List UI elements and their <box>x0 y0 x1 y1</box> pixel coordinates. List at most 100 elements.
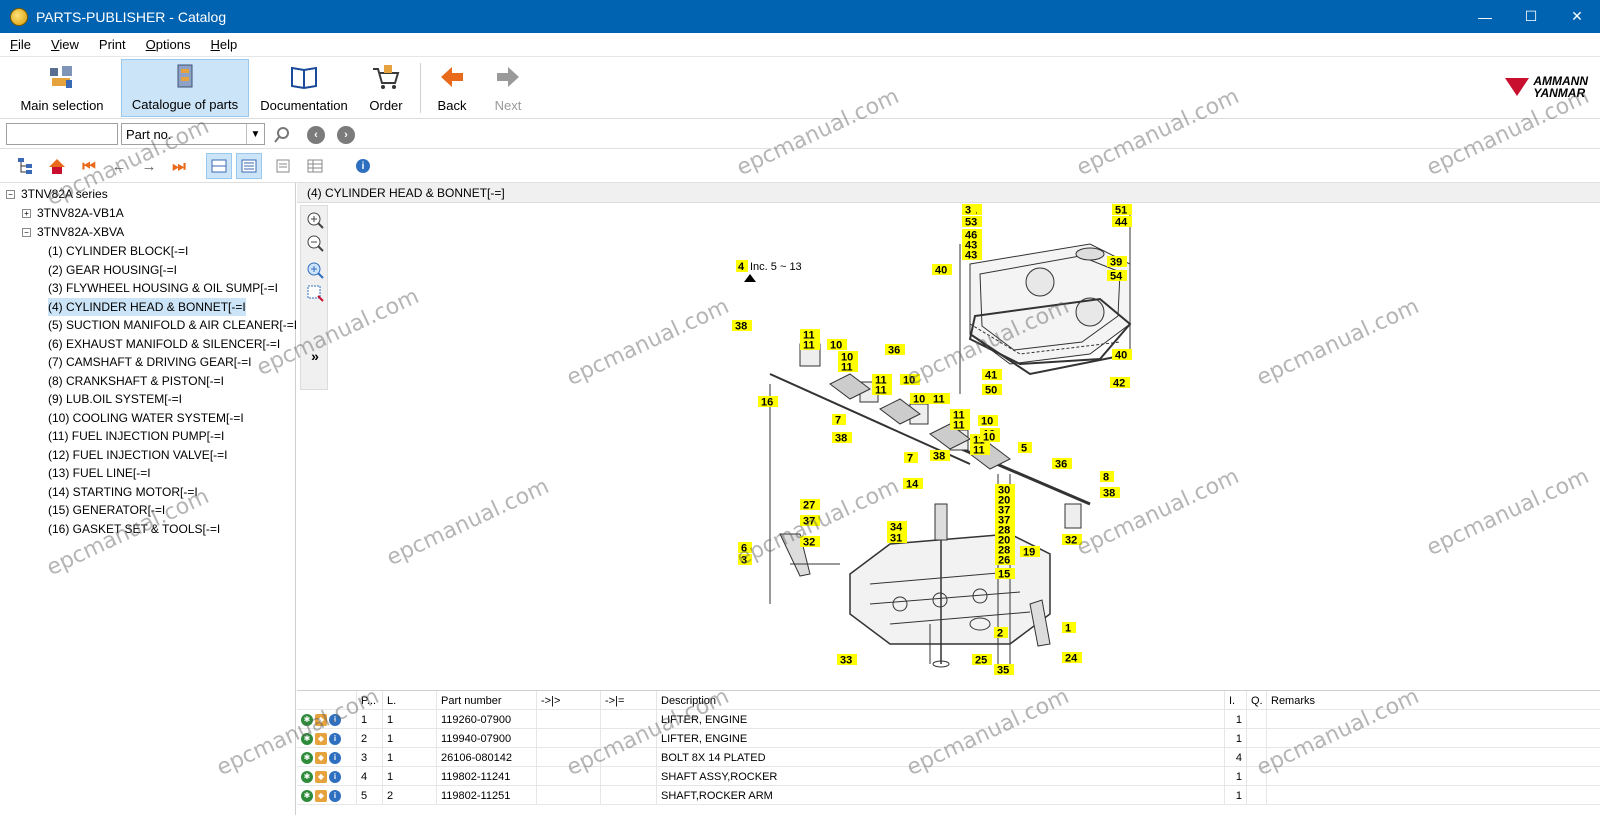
col-description[interactable]: Description <box>657 691 1225 710</box>
callout-label[interactable]: 32 <box>800 536 820 549</box>
callout-label[interactable]: 11 <box>872 384 892 397</box>
callout-label[interactable]: 27 <box>800 499 820 512</box>
zoom-in-icon[interactable] <box>305 210 325 230</box>
col-level[interactable]: L. <box>383 691 437 710</box>
callout-label[interactable]: 41 <box>982 369 1002 382</box>
tree-view-icon[interactable] <box>14 153 40 179</box>
cart-icon[interactable]: ◆ <box>315 713 327 726</box>
menu-help[interactable]: Help <box>200 37 247 52</box>
cart-icon[interactable]: ◆ <box>315 770 327 783</box>
tree-item[interactable]: (2) GEAR HOUSING[-=I <box>48 261 177 279</box>
callout-label[interactable]: 10 <box>900 374 920 387</box>
callout-label[interactable]: 19 <box>1020 546 1040 559</box>
callout-label[interactable]: 10 <box>980 431 1000 444</box>
callout-label[interactable]: 1 <box>1062 622 1076 635</box>
callout-label[interactable]: 38 <box>732 320 752 333</box>
tree-root[interactable]: −3TNV82A series <box>6 185 108 203</box>
tree-node-xbva[interactable]: −3TNV82A-XBVA <box>22 223 124 241</box>
search-input[interactable] <box>6 123 118 145</box>
table-row[interactable]: ✱ ◆ i 1 1 119260-07900 LIFTER, ENGINE 1 <box>297 710 1600 729</box>
tree-item[interactable]: (7) CAMSHAFT & DRIVING GEAR[-=I <box>48 353 251 371</box>
main-selection-button[interactable]: Main selection <box>10 59 114 117</box>
order-button[interactable]: Order <box>360 59 412 117</box>
settings-icon[interactable]: ✱ <box>301 751 313 764</box>
back-button[interactable]: Back <box>428 59 476 117</box>
callout-label[interactable]: 3 <box>962 204 976 217</box>
settings-icon[interactable]: ✱ <box>301 732 313 745</box>
table-row[interactable]: ✱ ◆ i 5 2 119802-11251 SHAFT,ROCKER ARM 1 <box>297 786 1600 805</box>
settings-icon[interactable]: ✱ <box>301 713 313 726</box>
document-view-icon[interactable] <box>270 153 296 179</box>
callout-label[interactable]: 8 <box>1100 471 1114 484</box>
settings-icon[interactable]: ✱ <box>301 789 313 802</box>
info-icon[interactable]: i <box>329 789 341 802</box>
tree-item[interactable]: (6) EXHAUST MANIFOLD & SILENCER[-=I <box>48 335 280 353</box>
maximize-button[interactable]: ☐ <box>1508 0 1554 33</box>
tree-item[interactable]: (15) GENERATOR[-=I <box>48 501 165 519</box>
info-icon[interactable]: i <box>329 732 341 745</box>
callout-label[interactable]: 44 <box>1112 216 1132 229</box>
callout-label[interactable]: 32 <box>1062 534 1082 547</box>
callout-label[interactable]: 2 <box>994 627 1008 640</box>
callout-label[interactable]: 36 <box>885 344 905 357</box>
callout-label[interactable]: 38 <box>930 450 950 463</box>
expand-panel-button[interactable]: » <box>305 346 325 366</box>
menu-options[interactable]: Options <box>136 37 201 52</box>
previous-page-icon[interactable]: ← <box>106 153 132 179</box>
callout-label[interactable]: 7 <box>904 452 918 465</box>
table-row[interactable]: ✱ ◆ i 2 1 119940-07900 LIFTER, ENGINE 1 <box>297 729 1600 748</box>
callout-label[interactable]: 31 <box>887 532 907 545</box>
callout-label[interactable]: 38 <box>1100 487 1120 500</box>
tree-item[interactable]: (3) FLYWHEEL HOUSING & OIL SUMP[-=I <box>48 279 278 297</box>
callout-label[interactable]: 37 <box>800 515 820 528</box>
col-superseded-equal[interactable]: ->|= <box>601 691 657 710</box>
callout-label[interactable]: 40 <box>1112 349 1132 362</box>
tree-item[interactable]: (14) STARTING MOTOR[-=I <box>48 483 198 501</box>
callout-label[interactable]: 11 <box>800 339 820 352</box>
callout-label[interactable]: 43 <box>962 249 982 262</box>
menu-file[interactable]: File <box>0 37 41 52</box>
col-superseded-to[interactable]: ->|> <box>537 691 601 710</box>
cart-icon[interactable]: ◆ <box>315 732 327 745</box>
settings-icon[interactable]: ✱ <box>301 770 313 783</box>
callout-label[interactable]: 35 <box>994 664 1014 677</box>
table-row[interactable]: ✱ ◆ i 3 1 26106-080142 BOLT 8X 14 PLATED 4 <box>297 748 1600 767</box>
cart-icon[interactable]: ◆ <box>315 789 327 802</box>
callout-label[interactable]: 36 <box>1052 458 1072 471</box>
callout-label[interactable]: 11 <box>930 393 950 406</box>
table-view-icon[interactable] <box>302 153 328 179</box>
callout-label[interactable]: 39 <box>1107 256 1127 269</box>
tree-item[interactable]: (5) SUCTION MANIFOLD & AIR CLEANER[-=I <box>48 316 297 334</box>
collapse-icon[interactable]: − <box>22 227 31 237</box>
zoom-area-icon[interactable] <box>305 283 325 303</box>
zoom-fit-icon[interactable] <box>305 260 325 280</box>
catalogue-of-parts-button[interactable]: Catalogue of parts <box>121 59 249 117</box>
callout-label[interactable]: 53 <box>962 216 982 229</box>
callout-label[interactable]: 40 <box>932 264 952 277</box>
callout-label[interactable]: 6 <box>738 542 752 555</box>
last-page-icon[interactable]: ⏭ <box>166 153 192 179</box>
callout-label[interactable]: 14 <box>903 478 923 491</box>
info-icon[interactable]: i <box>350 153 376 179</box>
callout-label[interactable]: 54 <box>1107 270 1127 283</box>
next-button[interactable]: Next <box>484 59 532 117</box>
callout-label[interactable]: 24 <box>1062 652 1082 665</box>
info-icon[interactable]: i <box>329 770 341 783</box>
callout-label[interactable]: 33 <box>837 654 857 667</box>
callout-label[interactable]: 26 <box>995 554 1015 567</box>
split-view-icon[interactable] <box>206 153 232 179</box>
tree-item[interactable]: (11) FUEL INJECTION PUMP[-=I <box>48 427 224 445</box>
menu-view[interactable]: View <box>41 37 89 52</box>
tree-item[interactable]: (10) COOLING WATER SYSTEM[-=I <box>48 409 244 427</box>
col-position[interactable]: P... <box>357 691 383 710</box>
callout-label[interactable]: 5 <box>1018 442 1032 455</box>
first-page-icon[interactable]: ⏮ <box>76 153 102 179</box>
collapse-icon[interactable]: − <box>6 189 15 199</box>
callout-label[interactable]: 3 <box>738 554 752 567</box>
list-view-icon[interactable] <box>236 153 262 179</box>
tree-item[interactable]: (4) CYLINDER HEAD & BONNET[-=I <box>48 297 246 316</box>
tree-item[interactable]: (13) FUEL LINE[-=I <box>48 464 151 482</box>
chevron-down-icon[interactable]: ▼ <box>246 124 264 144</box>
col-info[interactable]: I. <box>1225 691 1247 710</box>
callout-label[interactable]: 16 <box>758 396 778 409</box>
